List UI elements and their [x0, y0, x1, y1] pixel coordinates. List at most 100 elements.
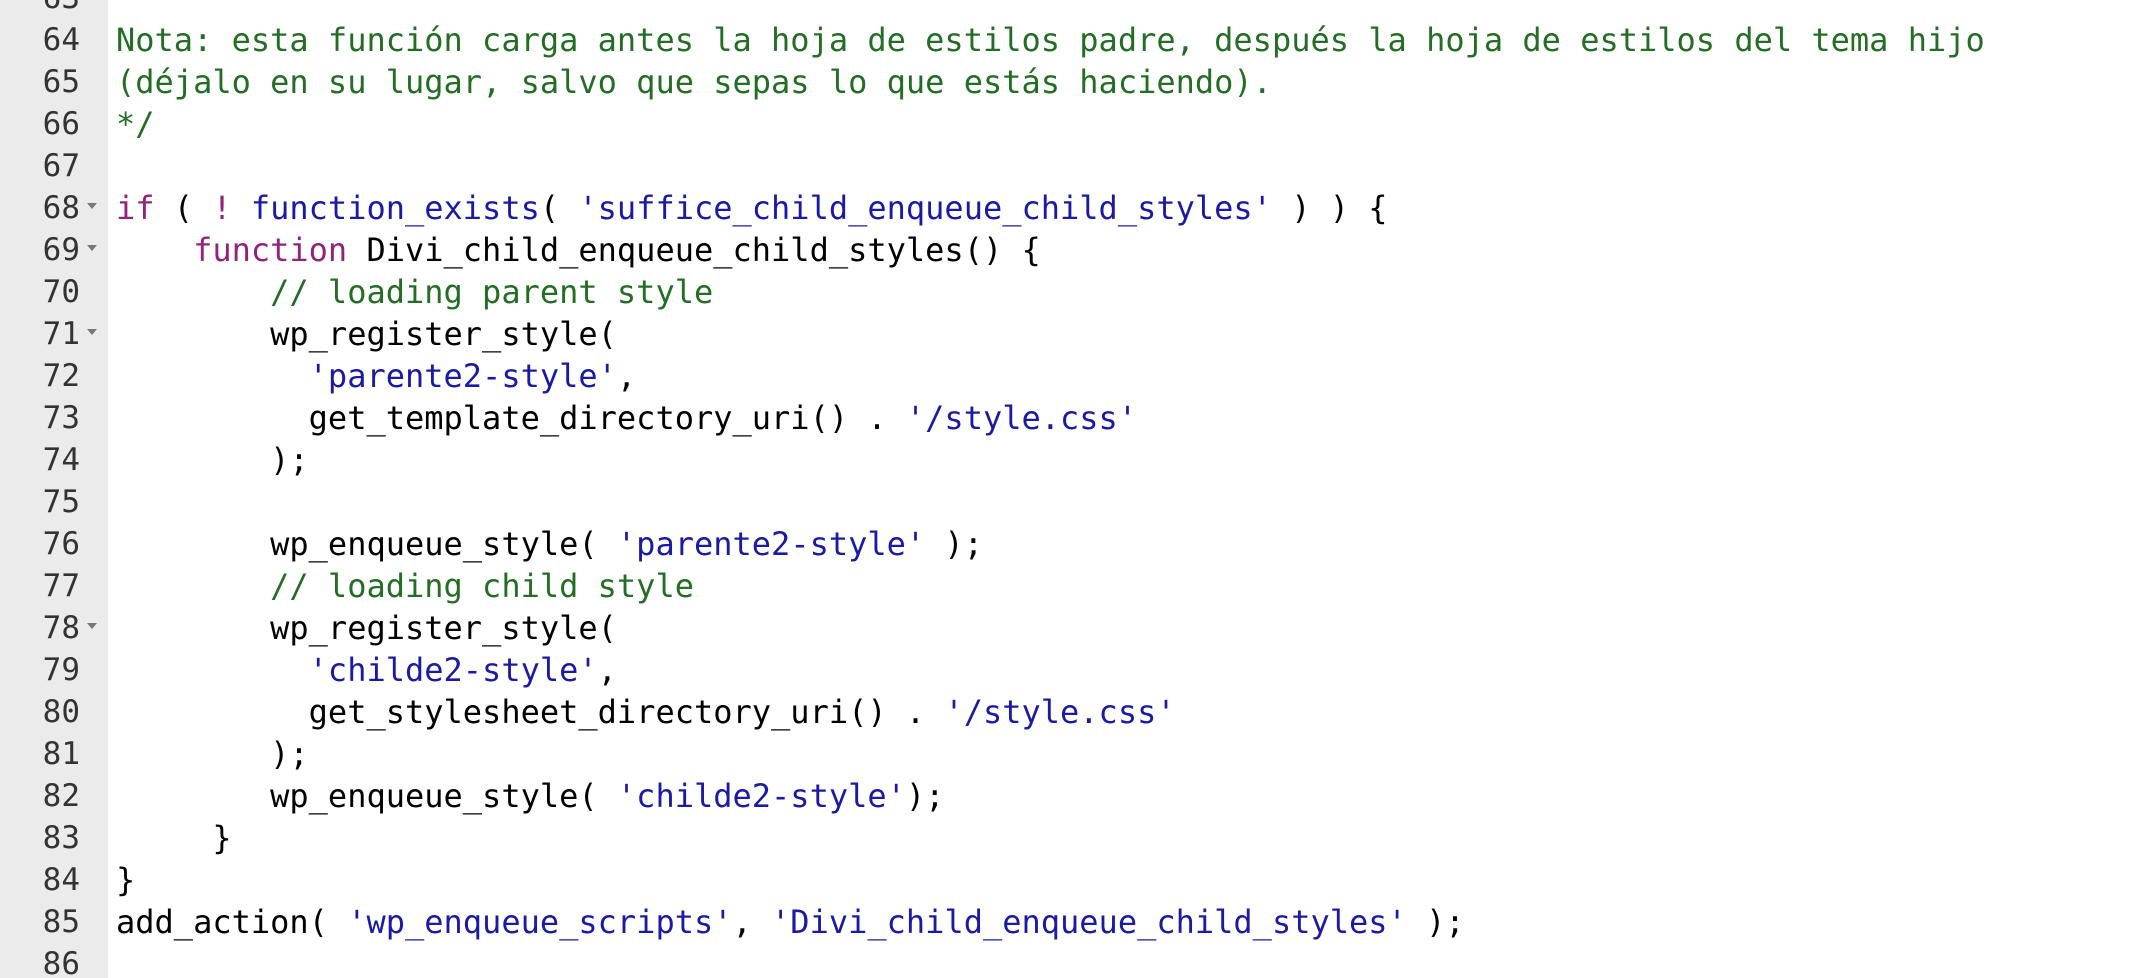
code-line[interactable]: 70 // loading parent style — [0, 271, 2142, 313]
line-number: 80 — [42, 694, 80, 730]
code-token-plain: ( — [539, 189, 579, 227]
code-token-plain: Divi_child_enqueue_child_styles() { — [347, 231, 1041, 269]
code-token-plain: get_template_directory_uri() . — [116, 399, 906, 437]
code-token-plain: get_stylesheet_directory_uri() . — [116, 693, 945, 731]
code-token-string: '/style.css' — [905, 399, 1138, 437]
code-line[interactable]: 66 */ — [0, 103, 2142, 145]
code-token-plain: wp_register_style( — [116, 609, 617, 647]
fold-arrow-icon[interactable] — [87, 623, 97, 629]
line-number: 86 — [42, 946, 80, 978]
code-line[interactable]: 75 — [0, 481, 2142, 523]
code-text: ); — [116, 733, 309, 775]
code-token-plain: wp_enqueue_style( — [116, 777, 617, 815]
code-token-plain: ); — [905, 777, 945, 815]
code-line[interactable]: 84} — [0, 859, 2142, 901]
code-text: (déjalo en su lugar, salvo que sepas lo … — [116, 61, 1272, 103]
code-token-comment: // loading parent style — [270, 273, 714, 311]
code-token-keyword: function — [193, 231, 348, 269]
code-token-string: 'Divi_child_enqueue_child_styles' — [771, 903, 1407, 941]
code-token-plain: , — [597, 651, 617, 689]
code-line[interactable]: 81 ); — [0, 733, 2142, 775]
code-line[interactable]: 77 // loading child style — [0, 565, 2142, 607]
code-text: // loading child style — [116, 565, 694, 607]
code-token-plain: add_action( — [116, 903, 348, 941]
line-number: 74 — [42, 442, 80, 478]
code-text: add_action( 'wp_enqueue_scripts', 'Divi_… — [116, 901, 1465, 943]
code-lines: 63 64 Nota: esta función carga antes la ho… — [0, 0, 2142, 978]
code-text: if ( ! function_exists( 'suffice_child_e… — [116, 187, 1388, 229]
code-token-plain: wp_enqueue_style( — [116, 525, 617, 563]
line-number: 73 — [42, 400, 80, 436]
code-text: function Divi_child_enqueue_child_styles… — [116, 229, 1041, 271]
line-number: 75 — [42, 484, 80, 520]
line-number: 77 — [42, 568, 80, 604]
line-number: 82 — [42, 778, 80, 814]
line-number: 69 — [42, 232, 80, 268]
code-line[interactable]: 83 } — [0, 817, 2142, 859]
line-number: 79 — [42, 652, 80, 688]
code-token-string: 'childe2-style' — [616, 777, 906, 815]
code-token-string: 'suffice_child_enqueue_child_styles' — [578, 189, 1272, 227]
code-token-comment: Nota: esta función carga antes la hoja d… — [116, 21, 1985, 59]
code-text: get_template_directory_uri() . '/style.c… — [116, 397, 1137, 439]
line-number: 63 — [0, 0, 80, 19]
code-token-keyword: if — [116, 189, 155, 227]
code-text: ); — [116, 439, 309, 481]
line-number: 64 — [42, 22, 80, 58]
code-text: wp_enqueue_style( 'childe2-style'); — [116, 775, 944, 817]
code-token-plain: ); — [925, 525, 983, 563]
code-line[interactable]: 74 ); — [0, 439, 2142, 481]
code-line[interactable]: 85 add_action( 'wp_enqueue_scripts', 'Div… — [0, 901, 2142, 943]
code-token-string: 'parente2-style' — [308, 357, 617, 395]
code-text: // loading parent style — [116, 271, 713, 313]
code-line[interactable]: 78 wp_register_style( — [0, 607, 2142, 649]
fold-arrow-icon[interactable] — [87, 203, 97, 209]
line-number: 84 — [42, 862, 80, 898]
code-text: */ — [116, 103, 155, 145]
code-line[interactable]: 63 — [0, 0, 2142, 19]
code-token-comment: // loading child style — [270, 567, 694, 605]
line-number: 78 — [42, 610, 80, 646]
code-text: } — [116, 817, 231, 859]
code-line[interactable]: 71 wp_register_style( — [0, 313, 2142, 355]
code-token-plain: } — [116, 861, 136, 899]
code-text: } — [116, 859, 135, 901]
code-line[interactable]: 65 (déjalo en su lugar, salvo que sepas l… — [0, 61, 2142, 103]
code-line[interactable]: 67 — [0, 145, 2142, 187]
code-line[interactable]: 79 'childe2-style', — [0, 649, 2142, 691]
code-text: wp_register_style( — [116, 313, 617, 355]
code-editor[interactable]: 63 64 Nota: esta función carga antes la ho… — [0, 0, 2142, 978]
line-number: 70 — [42, 274, 80, 310]
fold-arrow-icon[interactable] — [87, 245, 97, 251]
code-text: 'parente2-style', — [116, 355, 637, 397]
line-number: 76 — [42, 526, 80, 562]
fold-arrow-icon[interactable] — [87, 329, 97, 335]
code-token-func: function_exists — [250, 189, 540, 227]
line-number: 83 — [42, 820, 80, 856]
code-line[interactable]: 86 — [0, 943, 2142, 978]
code-token-string: 'parente2-style' — [616, 525, 926, 563]
code-token-string: 'childe2-style' — [308, 651, 598, 689]
line-number: 71 — [42, 316, 80, 352]
code-token-string: '/style.css' — [944, 693, 1176, 731]
line-number: 65 — [42, 64, 80, 100]
code-token-plain: ); — [116, 735, 309, 773]
code-token-comment: */ — [116, 105, 155, 143]
code-text: 'childe2-style', — [116, 649, 617, 691]
code-line[interactable]: 80 get_stylesheet_directory_uri() . '/st… — [0, 691, 2142, 733]
code-token-plain: , — [616, 357, 637, 395]
code-line[interactable]: 72 'parente2-style', — [0, 355, 2142, 397]
code-token-string: 'wp_enqueue_scripts' — [347, 903, 733, 941]
code-line[interactable]: 73 get_template_directory_uri() . '/styl… — [0, 397, 2142, 439]
code-line[interactable]: 76 wp_enqueue_style( 'parente2-style' ); — [0, 523, 2142, 565]
code-line[interactable]: 64 Nota: esta función carga antes la hoja… — [0, 19, 2142, 61]
code-line[interactable]: 69 function Divi_child_enqueue_child_sty… — [0, 229, 2142, 271]
code-line[interactable]: 68 if ( ! function_exists( 'suffice_child… — [0, 187, 2142, 229]
code-line[interactable]: 82 wp_enqueue_style( 'childe2-style'); — [0, 775, 2142, 817]
code-text: wp_register_style( — [116, 607, 617, 649]
line-number: 72 — [42, 358, 80, 394]
